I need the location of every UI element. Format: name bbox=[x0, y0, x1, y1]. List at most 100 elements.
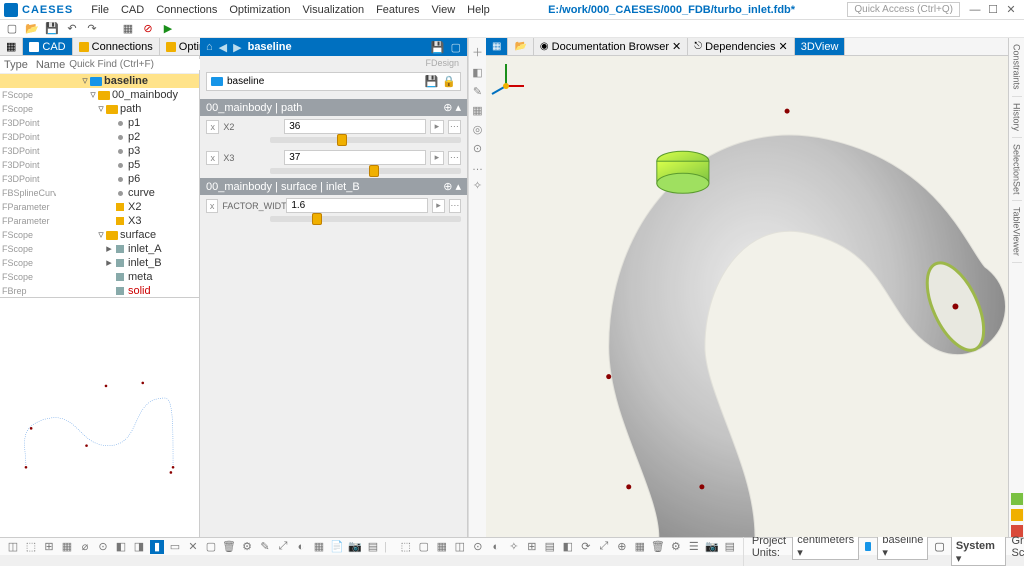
bt-icon[interactable]: ▤ bbox=[366, 540, 380, 554]
section-header[interactable]: 00_mainbody | path⊕ ▴ bbox=[200, 99, 467, 116]
bt-icon[interactable]: ⤢ bbox=[597, 540, 611, 554]
center-icon[interactable]: ⊙ bbox=[473, 142, 482, 155]
save-name-icon[interactable]: 💾 bbox=[425, 75, 439, 88]
bt-icon[interactable]: ⚙ bbox=[669, 540, 683, 554]
swatch-yellow[interactable] bbox=[1011, 509, 1023, 521]
prop-close-icon[interactable]: ▢ bbox=[451, 41, 461, 54]
menu-connections[interactable]: Connections bbox=[150, 4, 223, 16]
bt-icon[interactable]: ◐ bbox=[489, 540, 503, 554]
bt-icon[interactable]: ⚙ bbox=[240, 540, 254, 554]
more-icon[interactable]: … bbox=[472, 161, 483, 173]
layers-icon[interactable]: ◧ bbox=[472, 66, 482, 79]
new-icon[interactable]: ▢ bbox=[4, 21, 20, 37]
param-toggle[interactable]: x bbox=[206, 199, 218, 213]
tab-constraints[interactable]: Constraints bbox=[1012, 38, 1022, 97]
maximize-icon[interactable]: ☐ bbox=[984, 3, 1002, 16]
home-icon[interactable]: ⌂ bbox=[206, 41, 213, 53]
bt-icon[interactable]: ▦ bbox=[633, 540, 647, 554]
tree-row[interactable]: FScope▸inlet_B bbox=[0, 256, 199, 270]
build-icon[interactable]: ▦ bbox=[120, 21, 136, 37]
plus-icon[interactable]: ＋ bbox=[472, 44, 483, 60]
tree-row[interactable]: FScope▿surface bbox=[0, 228, 199, 242]
bt-icon[interactable]: ▢ bbox=[204, 540, 218, 554]
tab-close-icon[interactable]: ✕ bbox=[779, 40, 788, 53]
bt-icon[interactable]: ▢ bbox=[417, 540, 431, 554]
bt-icon[interactable]: 🗑 bbox=[651, 540, 665, 554]
tree-row[interactable]: FScope▿00_mainbody bbox=[0, 88, 199, 102]
open-icon[interactable]: 📂 bbox=[24, 21, 40, 37]
save-icon[interactable]: 💾 bbox=[44, 21, 60, 37]
param-slider[interactable] bbox=[270, 137, 461, 143]
close-icon[interactable]: ✕ bbox=[1002, 3, 1020, 16]
bt-icon[interactable]: ▭ bbox=[168, 540, 182, 554]
bt-icon[interactable]: ▦ bbox=[60, 540, 74, 554]
3d-viewport[interactable] bbox=[486, 56, 1008, 537]
menu-visualization[interactable]: Visualization bbox=[297, 4, 371, 16]
tree-row[interactable]: FScope▸inlet_A bbox=[0, 242, 199, 256]
menu-file[interactable]: File bbox=[85, 4, 115, 16]
bt-icon[interactable]: ✎ bbox=[258, 540, 272, 554]
param-input[interactable] bbox=[284, 119, 426, 134]
tree-row[interactable]: F3DPointp5 bbox=[0, 158, 199, 172]
bt-icon[interactable]: ⬚ bbox=[399, 540, 413, 554]
bt-icon[interactable]: ⊙ bbox=[96, 540, 110, 554]
tab-connections[interactable]: Connections bbox=[73, 38, 160, 55]
tree-row[interactable]: F3DPointp2 bbox=[0, 130, 199, 144]
param-toggle[interactable]: x bbox=[206, 120, 219, 134]
bt-icon[interactable]: ☰ bbox=[687, 540, 701, 554]
tree-row[interactable]: F3DPointp1 bbox=[0, 116, 199, 130]
tab-project[interactable]: ▦ bbox=[0, 38, 23, 55]
param-input[interactable] bbox=[286, 198, 428, 213]
param-menu[interactable]: ⋯ bbox=[448, 151, 461, 165]
run-icon[interactable]: ▶ bbox=[160, 21, 176, 37]
tree-row[interactable]: F3DPointp3 bbox=[0, 144, 199, 158]
curve-2d-view[interactable] bbox=[0, 297, 199, 537]
view-home-icon[interactable]: ▦ bbox=[486, 38, 508, 55]
bt-icon[interactable]: ✕ bbox=[186, 540, 200, 554]
bt-icon[interactable]: ◫ bbox=[453, 540, 467, 554]
tree-row[interactable]: ▿baseline bbox=[0, 74, 199, 88]
param-toggle[interactable]: x bbox=[206, 151, 219, 165]
bt-icon[interactable]: ⊞ bbox=[42, 540, 56, 554]
bt-icon[interactable]: ▮ bbox=[150, 540, 164, 554]
tree-row[interactable]: FBSplineCurvecurve bbox=[0, 186, 199, 200]
stop-icon[interactable]: ⊘ bbox=[140, 21, 156, 37]
bt-icon[interactable]: ▤ bbox=[723, 540, 737, 554]
tree-row[interactable]: FParameterX3 bbox=[0, 214, 199, 228]
tree-row[interactable]: FScope▿path bbox=[0, 102, 199, 116]
minimize-icon[interactable]: — bbox=[966, 4, 984, 16]
bt-icon[interactable]: ✧ bbox=[507, 540, 521, 554]
prop-save-icon[interactable]: 💾 bbox=[431, 41, 445, 54]
redo-icon[interactable]: ↷ bbox=[84, 21, 100, 37]
bt-icon[interactable]: ⊕ bbox=[615, 540, 629, 554]
bt-icon[interactable]: ◫ bbox=[6, 540, 20, 554]
tab-close-icon[interactable]: ✕ bbox=[672, 40, 681, 53]
bt-icon[interactable]: ▤ bbox=[543, 540, 557, 554]
param-expr[interactable]: ▸ bbox=[430, 120, 443, 134]
bt-icon[interactable]: 📄 bbox=[330, 540, 344, 554]
bt-icon[interactable]: ◐ bbox=[294, 540, 308, 554]
back-icon[interactable]: ◀ bbox=[219, 41, 227, 54]
tab-tableviewer[interactable]: TableViewer bbox=[1012, 201, 1022, 263]
menu-optimization[interactable]: Optimization bbox=[223, 4, 296, 16]
menu-view[interactable]: View bbox=[426, 4, 462, 16]
swatch-green[interactable] bbox=[1011, 493, 1023, 505]
quick-access-input[interactable]: Quick Access (Ctrl+Q) bbox=[847, 2, 960, 17]
param-menu[interactable]: ⋯ bbox=[449, 199, 461, 213]
grid-icon[interactable]: ▦ bbox=[472, 104, 482, 117]
baseline-selector[interactable]: baseline ▾ bbox=[877, 533, 928, 560]
menu-help[interactable]: Help bbox=[461, 4, 496, 16]
bt-icon[interactable]: ▦ bbox=[435, 540, 449, 554]
param-expr[interactable]: ▸ bbox=[432, 199, 444, 213]
forward-icon[interactable]: ▶ bbox=[233, 41, 241, 54]
bt-icon[interactable]: ◧ bbox=[561, 540, 575, 554]
bt-icon[interactable]: ⟳ bbox=[579, 540, 593, 554]
units-selector[interactable]: centimeters ▾ bbox=[792, 533, 859, 560]
tab-cad[interactable]: CAD bbox=[23, 38, 72, 55]
tab-dependencies[interactable]: ⎋ Dependencies ✕ bbox=[688, 38, 794, 55]
tree-row[interactable]: FScopemeta bbox=[0, 270, 199, 284]
bt-icon[interactable]: ◧ bbox=[114, 540, 128, 554]
bt-icon[interactable]: 📷 bbox=[348, 540, 362, 554]
quick-find-input[interactable] bbox=[69, 59, 201, 70]
wand-icon[interactable]: ✧ bbox=[473, 179, 482, 192]
